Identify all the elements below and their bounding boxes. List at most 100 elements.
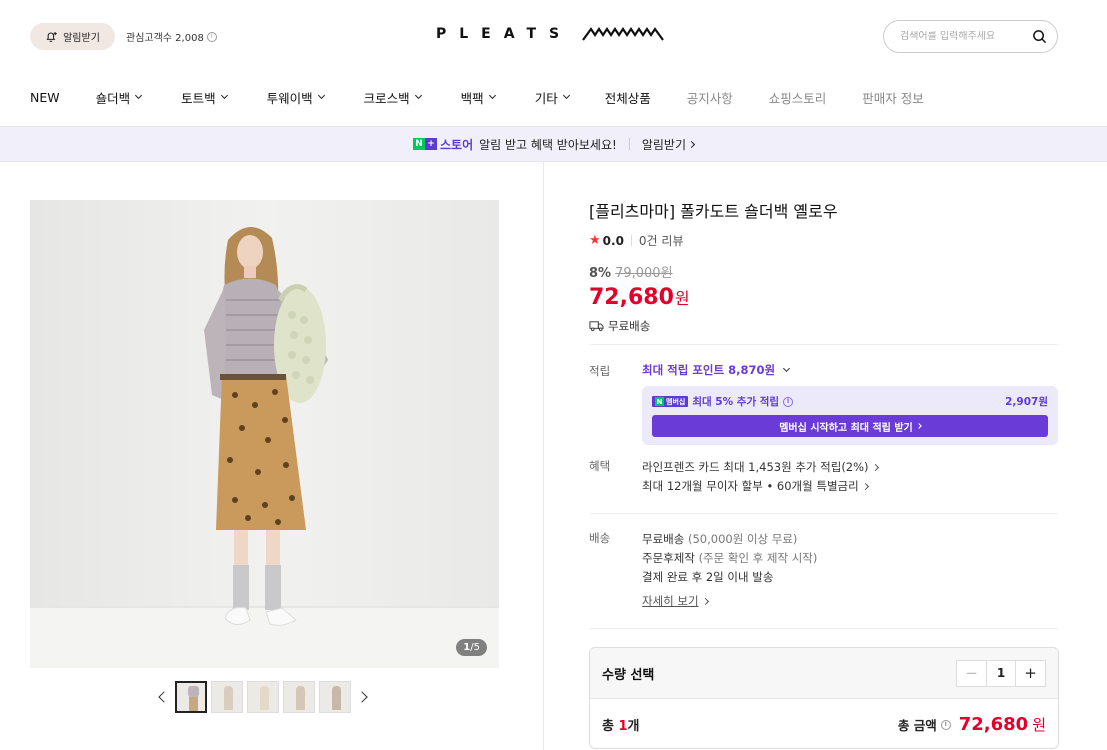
chevron-down-icon <box>135 91 143 100</box>
product-info: [플리츠마마] 폴카도트 숄더백 옐로우 ★ 0.0 0건 리뷰 8% 79,0… <box>589 198 1059 334</box>
membership-start-button[interactable]: 멤버십 시작하고 최대 적립 받기 <box>652 415 1048 437</box>
info-icon[interactable]: i <box>206 31 217 42</box>
search-input[interactable] <box>900 31 1032 42</box>
nav-label: 백팩 <box>460 90 484 106</box>
thumbnail-figure <box>224 686 233 710</box>
image-counter-total: /5 <box>470 642 480 653</box>
store-label: 스토어 <box>440 137 474 152</box>
quantity-title: 수량 선택 <box>602 667 655 683</box>
fan-count-label: 관심고객수 2,008 <box>126 33 204 44</box>
nav-item-new[interactable]: NEW <box>30 90 60 105</box>
chevron-right-icon <box>871 463 879 471</box>
thumbnail[interactable] <box>175 681 207 713</box>
points-section-label: 적립 <box>589 364 611 378</box>
nav-item-two-way-bag[interactable]: 투웨이백 <box>266 88 325 107</box>
nav-label: NEW <box>30 89 60 105</box>
product-main-image[interactable]: 1/5 <box>30 200 499 668</box>
thumbnail[interactable] <box>247 681 279 713</box>
naver-n-icon: N <box>655 397 664 406</box>
alarm-button[interactable]: 알림받기 <box>30 23 115 50</box>
search-box[interactable] <box>883 20 1058 53</box>
delivery-free-condition: (50,000원 이상 무료) <box>687 532 798 546</box>
chevron-down-icon <box>414 91 422 100</box>
chevron-left-icon <box>158 691 170 703</box>
made-to-order-note: (주문 확인 후 제작 시작) <box>698 551 818 565</box>
total-suffix: 개 <box>627 719 640 734</box>
nav-item-shoulder-bag[interactable]: 숄더백 <box>96 88 143 107</box>
total-count: 총 1개 <box>602 715 640 734</box>
thumbnail-next-button[interactable] <box>355 682 369 712</box>
chevron-right-icon <box>861 482 869 490</box>
sale-price: 72,680 원 <box>589 285 1059 310</box>
quantity-value[interactable]: 1 <box>986 660 1016 686</box>
nav-item-cross-bag[interactable]: 크로스백 <box>364 88 422 107</box>
store-logo[interactable]: PLEATS <box>436 26 665 42</box>
total-price-value: 72,680 <box>958 714 1029 735</box>
divider <box>589 513 1058 514</box>
quantity-box: 수량 선택 − 1 + 총 1개 총 금액 i 72,680 원 <box>589 647 1059 749</box>
max-points-toggle[interactable]: 최대 적립 포인트 8,870원 <box>642 362 791 378</box>
membership-extra-label: 최대 5% 추가 적립 <box>692 396 780 408</box>
shipping-label: 무료배송 <box>608 319 651 333</box>
divider <box>630 235 632 246</box>
product-title: [플리츠마마] 폴카도트 숄더백 옐로우 <box>589 202 838 221</box>
chevron-right-icon <box>701 597 709 605</box>
nav-label: 공지사항 <box>686 90 733 106</box>
thumbnail-figure <box>296 686 305 710</box>
delivery-detail-label: 자세히 보기 <box>642 594 699 608</box>
nav-label: 투웨이백 <box>266 90 313 106</box>
banner-alarm-link[interactable]: 알림받기 <box>642 136 696 153</box>
thumbnail[interactable] <box>319 681 351 713</box>
benefits-section-label: 혜택 <box>589 459 611 473</box>
nav-item-backpack[interactable]: 백팩 <box>460 88 496 107</box>
rating-row[interactable]: ★ 0.0 0건 리뷰 <box>589 232 1059 249</box>
nav-item-tote-bag[interactable]: 토트백 <box>181 88 228 107</box>
sale-price-unit: 원 <box>674 289 690 308</box>
nplus-store-logo: N + 스토어 <box>413 136 473 153</box>
delivery-detail-link[interactable]: 자세히 보기 <box>642 593 709 609</box>
nav-item-all-products[interactable]: 전체상품 <box>605 88 651 107</box>
thumbnail-figure-top <box>188 686 199 697</box>
column-divider <box>543 162 544 750</box>
decrease-button[interactable]: − <box>957 661 986 686</box>
shipping-row: 무료배송 <box>589 318 1059 334</box>
bell-plus-icon <box>46 32 57 43</box>
search-icon[interactable] <box>1032 29 1047 44</box>
benefit-installment-link[interactable]: 최대 12개월 무이자 할부 • 60개월 특별금리 <box>642 478 869 494</box>
membership-extra-amount: 2,907원 <box>1005 396 1048 408</box>
delivery-free-info: 무료배송 (50,000원 이상 무료) <box>642 531 797 547</box>
info-icon[interactable]: i <box>783 396 794 407</box>
nav-item-seller-info[interactable]: 판매자 정보 <box>862 88 923 107</box>
alarm-banner: N + 스토어 알림 받고 혜택 받아보세요! 알림받기 <box>0 126 1107 162</box>
benefit-card-link[interactable]: 라인프렌즈 카드 최대 1,453원 추가 적립(2%) <box>642 459 879 475</box>
fan-count: 관심고객수 2,008 i <box>126 29 217 44</box>
chevron-right-icon <box>356 691 368 703</box>
total-price-unit: 원 <box>1032 716 1046 734</box>
nav-item-shopping-story[interactable]: 쇼핑스토리 <box>769 88 827 107</box>
total-price-label: 총 금액 <box>897 718 937 733</box>
nplus-icon: N + <box>413 138 437 150</box>
membership-badge: N 멤버십 <box>652 396 689 407</box>
delivery-made-to-order: 주문후제작 (주문 확인 후 제작 시작) <box>642 550 817 566</box>
sale-price-value: 72,680 <box>589 285 674 310</box>
thumbnail-prev-button[interactable] <box>157 682 171 712</box>
thumbnail[interactable] <box>283 681 315 713</box>
product-photo <box>30 200 499 668</box>
max-points-label: 최대 적립 포인트 8,870원 <box>642 363 776 377</box>
info-icon[interactable]: i <box>940 719 951 730</box>
quantity-footer: 총 1개 총 금액 i 72,680 원 <box>590 699 1058 748</box>
logo-text: PLEATS <box>436 26 573 42</box>
chevron-down-icon <box>488 91 496 100</box>
divider <box>589 628 1058 629</box>
chevron-down-icon <box>317 91 325 100</box>
nav-item-notice[interactable]: 공지사항 <box>687 88 733 107</box>
nav-item-etc[interactable]: 기타 <box>534 88 570 107</box>
nav-label: 쇼핑스토리 <box>768 90 827 106</box>
nav-label: 토트백 <box>181 90 216 106</box>
delivery-dispatch-info: 결제 완료 후 2일 이내 발송 <box>642 570 774 584</box>
quantity-stepper[interactable]: − 1 + <box>956 659 1046 687</box>
nav-label: 기타 <box>534 90 558 106</box>
thumbnail[interactable] <box>211 681 243 713</box>
original-price: 79,000원 <box>615 266 673 281</box>
increase-button[interactable]: + <box>1016 661 1045 686</box>
